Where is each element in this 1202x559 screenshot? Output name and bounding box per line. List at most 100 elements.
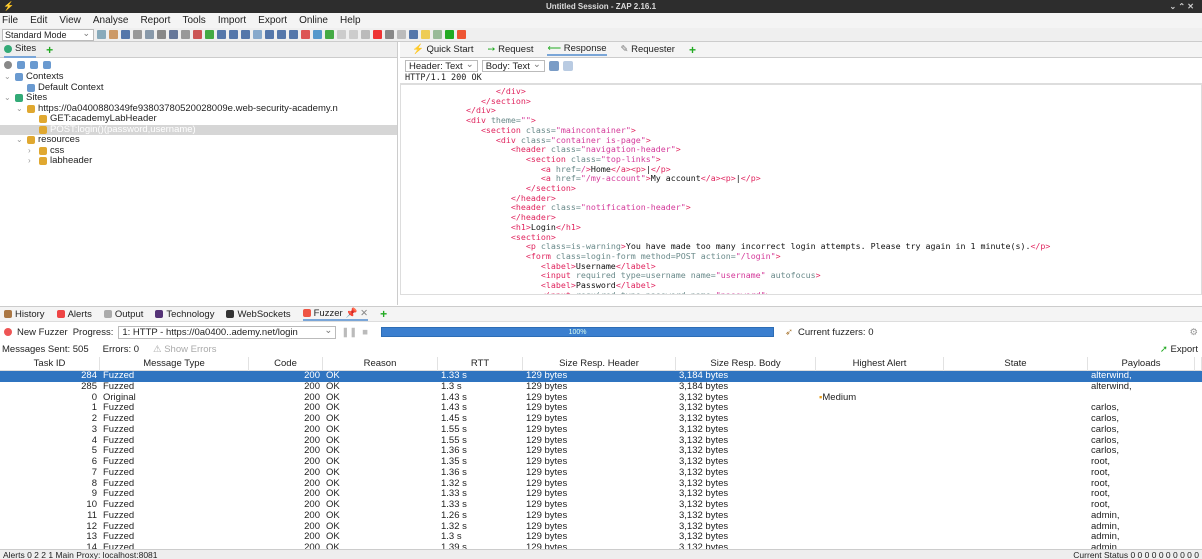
column-picker[interactable] xyxy=(1195,357,1202,371)
menu-edit[interactable]: Edit xyxy=(30,13,47,28)
tree-node[interactable]: ⌄ resources xyxy=(0,135,397,146)
toolbar-button-icon[interactable] xyxy=(313,30,322,39)
column-header[interactable]: Code xyxy=(249,357,323,371)
toolbar-button-icon[interactable] xyxy=(253,30,262,39)
toolbar-button-icon[interactable] xyxy=(457,30,466,39)
show-errors-button[interactable]: ⚠ Show Errors xyxy=(153,344,216,355)
split-horizontal-icon[interactable] xyxy=(562,60,573,71)
chevron-icon[interactable]: › xyxy=(28,146,36,157)
body-view-select[interactable]: Body: Text xyxy=(481,59,545,72)
toolbar-button-icon[interactable] xyxy=(361,30,370,39)
toolbar-button-icon[interactable] xyxy=(193,30,202,39)
chevron-icon[interactable]: ⌄ xyxy=(16,135,24,146)
menu-export[interactable]: Export xyxy=(258,13,287,28)
toolbar-button-icon[interactable] xyxy=(445,30,454,39)
tab-websockets[interactable]: WebSockets xyxy=(226,309,291,320)
tab-sites[interactable]: Sites xyxy=(4,42,37,58)
response-body-editor[interactable]: </div> </section> </div> <div theme=""> … xyxy=(400,84,1202,295)
column-header[interactable]: Reason xyxy=(323,357,438,371)
tab-requester[interactable]: ✎ Requester xyxy=(621,44,675,55)
toolbar-button-icon[interactable] xyxy=(145,30,154,39)
toolbar-button-icon[interactable] xyxy=(157,30,166,39)
column-header[interactable]: State xyxy=(944,357,1088,371)
toolbar-button-icon[interactable] xyxy=(325,30,334,39)
table-row[interactable]: 10 Fuzzed 200 OK 1.33 s 129 bytes 3,132 bytes r… xyxy=(0,499,1202,511)
table-row[interactable]: 4 Fuzzed 200 OK 1.55 s 129 bytes 3,132 bytes ca… xyxy=(0,435,1202,447)
tab-technology[interactable]: Technology xyxy=(155,309,214,320)
toolbar-button-icon[interactable] xyxy=(265,30,274,39)
stop-icon[interactable]: ■ xyxy=(362,327,368,338)
tree-node[interactable]: ⌄ Sites xyxy=(0,93,397,104)
mode-select[interactable]: Standard Mode xyxy=(2,28,94,41)
menu-file[interactable]: File xyxy=(2,13,18,28)
settings-icon[interactable]: ⚙ xyxy=(1189,327,1198,338)
toolbar-button-icon[interactable] xyxy=(169,30,178,39)
toolbar-button-icon[interactable] xyxy=(433,30,442,39)
import-context-icon[interactable] xyxy=(30,61,38,69)
export-context-icon[interactable] xyxy=(43,61,51,69)
toolbar-button-icon[interactable] xyxy=(349,30,358,39)
chevron-icon[interactable]: ⌄ xyxy=(4,72,12,83)
toolbar-button-icon[interactable] xyxy=(289,30,298,39)
table-row[interactable]: 8 Fuzzed 200 OK 1.32 s 129 bytes 3,132 bytes ro… xyxy=(0,478,1202,490)
toolbar-button-icon[interactable] xyxy=(301,30,310,39)
toolbar-button-icon[interactable] xyxy=(217,30,226,39)
menu-analyse[interactable]: Analyse xyxy=(93,13,129,28)
table-row[interactable]: 2 Fuzzed 200 OK 1.45 s 129 bytes 3,132 bytes ca… xyxy=(0,413,1202,425)
toolbar-button-icon[interactable] xyxy=(241,30,250,39)
column-header[interactable]: Payloads xyxy=(1088,357,1195,371)
menu-tools[interactable]: Tools xyxy=(182,13,205,28)
table-row[interactable]: 6 Fuzzed 200 OK 1.35 s 129 bytes 3,132 bytes ro… xyxy=(0,456,1202,468)
table-row[interactable]: 285 Fuzzed 200 OK 1.3 s 129 bytes 3,184 bytes a… xyxy=(0,381,1202,393)
column-header[interactable]: Size Resp. Body xyxy=(676,357,816,371)
toolbar-button-icon[interactable] xyxy=(229,30,238,39)
column-header[interactable]: Highest Alert xyxy=(816,357,944,371)
toolbar-button-icon[interactable] xyxy=(385,30,394,39)
tab-request[interactable]: ➙ Request xyxy=(487,44,533,55)
column-header[interactable]: RTT xyxy=(438,357,523,371)
tab-response[interactable]: ⟵ Response xyxy=(547,43,607,56)
toolbar-button-icon[interactable] xyxy=(133,30,142,39)
chevron-icon[interactable]: ⌄ xyxy=(16,104,24,115)
menu-online[interactable]: Online xyxy=(299,13,328,28)
toolbar-button-icon[interactable] xyxy=(97,30,106,39)
pause-icon[interactable]: ❚❚ xyxy=(341,327,357,338)
column-header[interactable]: Message Type xyxy=(100,357,249,371)
header-view-select[interactable]: Header: Text xyxy=(405,59,478,72)
tree-node[interactable]: ⌄ https://0a0400880349fe93803780520028009… xyxy=(0,104,397,115)
table-row[interactable]: 5 Fuzzed 200 OK 1.36 s 129 bytes 3,132 bytes ca… xyxy=(0,445,1202,457)
tree-node[interactable]: › css xyxy=(0,146,397,157)
add-tab-icon[interactable]: + xyxy=(689,43,696,57)
table-row[interactable]: 13 Fuzzed 200 OK 1.3 s 129 bytes 3,132 bytes ad… xyxy=(0,531,1202,543)
menu-view[interactable]: View xyxy=(59,13,81,28)
tree-node[interactable]: › labheader xyxy=(0,156,397,167)
add-tab-icon[interactable]: + xyxy=(46,43,53,57)
tab-quick-start[interactable]: ⚡ Quick Start xyxy=(412,44,473,55)
table-row[interactable]: 284 Fuzzed 200 OK 1.33 s 129 bytes 3,184 bytes… xyxy=(0,370,1202,382)
toolbar-button-icon[interactable] xyxy=(337,30,346,39)
toolbar-button-icon[interactable] xyxy=(409,30,418,39)
split-vertical-icon[interactable] xyxy=(548,60,559,71)
tree-node[interactable]: Default Context xyxy=(0,83,397,94)
menu-report[interactable]: Report xyxy=(140,13,170,28)
toolbar-button-icon[interactable] xyxy=(205,30,214,39)
table-row[interactable]: 0 Original 200 OK 1.43 s 129 bytes 3,132 bytes… xyxy=(0,392,1202,404)
table-row[interactable]: 3 Fuzzed 200 OK 1.55 s 129 bytes 3,132 bytes ca… xyxy=(0,424,1202,436)
toolbar-button-icon[interactable] xyxy=(181,30,190,39)
add-tab-icon[interactable]: + xyxy=(380,307,387,321)
tree-node[interactable]: GET:academyLabHeader xyxy=(0,114,397,125)
target-icon[interactable] xyxy=(4,61,12,69)
new-context-icon[interactable] xyxy=(17,61,25,69)
fuzzer-select[interactable]: 1: HTTP - https://0a0400..ademy.net/logi… xyxy=(118,325,337,339)
menu-help[interactable]: Help xyxy=(340,13,361,28)
close-tab-icon[interactable]: 📌 ✕ xyxy=(346,308,368,319)
column-header[interactable]: Size Resp. Header xyxy=(523,357,676,371)
tree-node[interactable]: POST:login()(password,username) xyxy=(0,124,397,135)
toolbar-button-icon[interactable] xyxy=(397,30,406,39)
tab-history[interactable]: History xyxy=(4,309,45,320)
table-row[interactable]: 9 Fuzzed 200 OK 1.33 s 129 bytes 3,132 bytes ro… xyxy=(0,488,1202,500)
tab-output[interactable]: Output xyxy=(103,309,143,320)
export-button[interactable]: ➚ Export xyxy=(1160,342,1198,357)
chevron-icon[interactable]: › xyxy=(28,156,36,167)
tree-node[interactable]: ⌄ Contexts xyxy=(0,72,397,83)
